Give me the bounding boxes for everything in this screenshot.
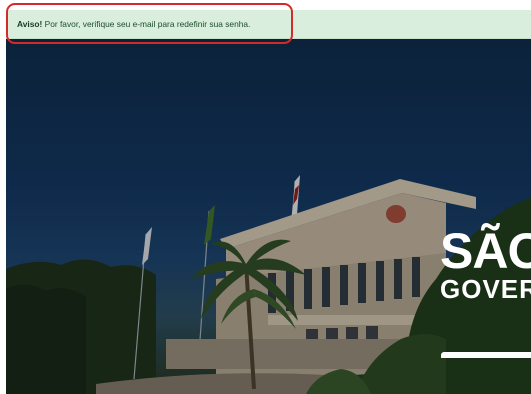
page: Aviso! Por favor, verifique seu e-mail p… (0, 0, 531, 394)
brand-line-1: SÃO (440, 223, 531, 279)
palace-illustration (6, 39, 531, 394)
login-card-edge (441, 352, 531, 358)
hero-background-image (6, 39, 531, 394)
highlight-ring (6, 3, 293, 44)
hero-overlay (6, 39, 531, 394)
brand-line-2: GOVER (440, 274, 531, 304)
government-logo-text: SÃO GOVER (440, 226, 531, 302)
